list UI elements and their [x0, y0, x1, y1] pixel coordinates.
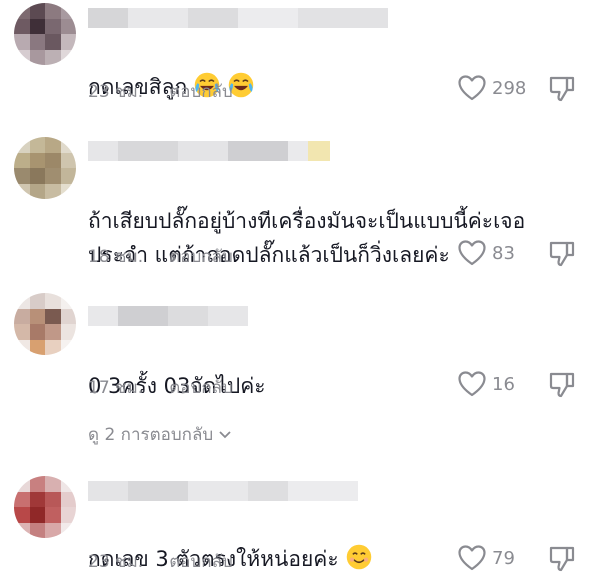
- reply-button[interactable]: ตอบกลับ: [169, 78, 233, 105]
- thumbs-down-icon[interactable]: [548, 371, 576, 399]
- view-replies-button[interactable]: ดู 2 การตอบกลับ: [88, 421, 232, 448]
- comment-meta: 17 ชม. ตอบกลับ: [88, 374, 233, 401]
- comment-time: 23 ชม.: [88, 552, 144, 572]
- username-blurred[interactable]: [88, 481, 358, 501]
- comment-time: 23 ชม.: [88, 82, 144, 102]
- heart-icon: [458, 75, 486, 101]
- username-blurred[interactable]: [88, 141, 330, 161]
- thumbs-down-icon[interactable]: [548, 240, 576, 268]
- comment-meta: 23 ชม. ตอบกลับ: [88, 548, 233, 575]
- comment-time: 17 ชม.: [88, 378, 144, 398]
- heart-icon: [458, 545, 486, 571]
- like-count: 79: [492, 547, 515, 569]
- like-count: 83: [492, 242, 515, 264]
- username-blurred[interactable]: [88, 8, 388, 28]
- like-button[interactable]: 298: [458, 75, 526, 101]
- comment-time: 18 ชม.: [88, 247, 144, 267]
- reply-button[interactable]: ตอบกลับ: [169, 243, 233, 270]
- thumbs-down-icon[interactable]: [548, 75, 576, 103]
- like-button[interactable]: 79: [458, 545, 515, 571]
- smiling-face-icon: [346, 544, 371, 570]
- avatar[interactable]: [14, 293, 76, 355]
- like-button[interactable]: 16: [458, 371, 515, 397]
- view-replies-label: ดู 2 การตอบกลับ: [88, 425, 214, 445]
- like-count: 16: [492, 373, 515, 395]
- thumbs-down-icon[interactable]: [548, 545, 576, 573]
- like-count: 298: [492, 77, 527, 99]
- heart-icon: [458, 240, 486, 266]
- avatar[interactable]: [14, 137, 76, 199]
- reply-button[interactable]: ตอบกลับ: [169, 374, 233, 401]
- like-button[interactable]: 83: [458, 240, 515, 266]
- reply-button[interactable]: ตอบกลับ: [169, 548, 233, 575]
- username-blurred[interactable]: [88, 306, 248, 326]
- avatar[interactable]: [14, 3, 76, 65]
- comment-meta: 23 ชม. ตอบกลับ: [88, 78, 233, 105]
- heart-icon: [458, 371, 486, 397]
- avatar[interactable]: [14, 476, 76, 538]
- chevron-down-icon: [219, 430, 231, 438]
- comment-meta: 18 ชม. ตอบกลับ: [88, 243, 233, 270]
